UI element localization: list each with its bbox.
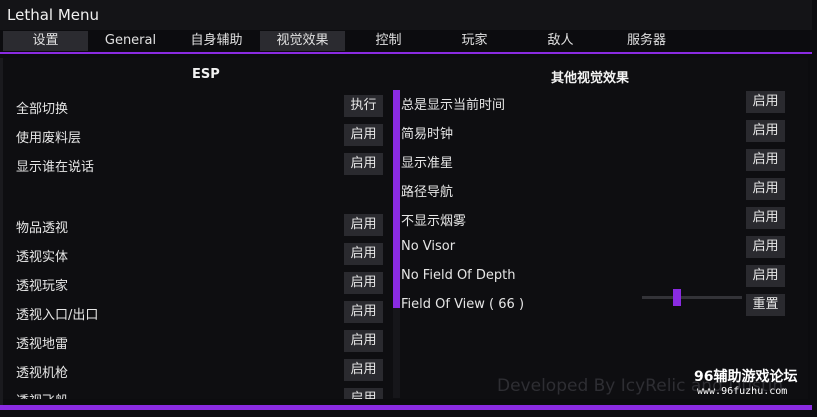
esp-row-label: 透视入口/出口 bbox=[16, 308, 99, 323]
no-depth-of-field-button[interactable]: 启用 bbox=[746, 265, 785, 287]
tab-control[interactable]: 控制 bbox=[346, 31, 431, 51]
path-nav-button[interactable]: 启用 bbox=[746, 178, 785, 200]
esp-row-label: 显示谁在说话 bbox=[16, 160, 95, 175]
landmine-esp-button[interactable]: 启用 bbox=[344, 330, 383, 352]
visual-row-label: No Visor bbox=[401, 239, 456, 254]
no-visor-button[interactable]: 启用 bbox=[746, 236, 785, 258]
fov-slider-thumb[interactable] bbox=[673, 289, 681, 306]
item-esp-button[interactable]: 启用 bbox=[344, 214, 383, 236]
tab-enemies[interactable]: 敌人 bbox=[518, 31, 603, 51]
esp-section-title: ESP bbox=[192, 67, 220, 82]
tab-general[interactable]: General bbox=[88, 31, 173, 51]
visual-row-label: 简易时钟 bbox=[401, 127, 454, 142]
visual-row-label: 不显示烟雾 bbox=[401, 214, 467, 229]
esp-row-label: 全部切换 bbox=[16, 102, 69, 117]
visual-row-label: 显示准星 bbox=[401, 156, 454, 171]
tab-settings[interactable]: 设置 bbox=[3, 31, 88, 51]
forum-url: www.96fuzhu.com bbox=[697, 386, 788, 397]
visual-row-label: No Field Of Depth bbox=[401, 268, 516, 283]
door-esp-button[interactable]: 启用 bbox=[344, 301, 383, 323]
entity-esp-button[interactable]: 启用 bbox=[344, 243, 383, 265]
esp-row-label: 透视飞船 bbox=[16, 390, 68, 399]
fov-slider-track[interactable] bbox=[642, 296, 742, 299]
show-speaker-button[interactable]: 启用 bbox=[344, 153, 383, 175]
tab-server[interactable]: 服务器 bbox=[604, 31, 689, 51]
esp-row-label: 使用废料层 bbox=[16, 131, 82, 146]
fov-label: Field Of View ( 66 ) bbox=[401, 297, 525, 312]
crosshair-button[interactable]: 启用 bbox=[746, 149, 785, 171]
turret-esp-button[interactable]: 启用 bbox=[344, 359, 383, 381]
clipped-row: 透视飞船 启用 bbox=[0, 388, 400, 399]
simple-clock-button[interactable]: 启用 bbox=[746, 120, 785, 142]
esp-row-label: 物品透视 bbox=[16, 221, 69, 236]
player-esp-button[interactable]: 启用 bbox=[344, 272, 383, 294]
window-title: Lethal Menu bbox=[7, 6, 100, 24]
tab-visuals[interactable]: 视觉效果 bbox=[260, 31, 345, 51]
no-fog-button[interactable]: 启用 bbox=[746, 207, 785, 229]
always-show-time-button[interactable]: 启用 bbox=[746, 91, 785, 113]
title-bar: Lethal Menu bbox=[0, 0, 812, 30]
visual-row-label: 总是显示当前时间 bbox=[401, 98, 506, 113]
esp-row-label: 透视实体 bbox=[16, 250, 69, 265]
visual-row-label: 路径导航 bbox=[401, 185, 454, 200]
esp-row-label: 透视机枪 bbox=[16, 366, 69, 381]
tab-players[interactable]: 玩家 bbox=[432, 31, 517, 51]
scrollbar-thumb[interactable] bbox=[393, 90, 400, 308]
toggle-all-button[interactable]: 执行 bbox=[344, 95, 383, 117]
esp-row-label: 透视地雷 bbox=[16, 337, 69, 352]
tab-bar: 设置 General 自身辅助 视觉效果 控制 玩家 敌人 服务器 bbox=[0, 30, 812, 52]
fov-reset-button[interactable]: 重置 bbox=[746, 294, 785, 316]
tab-divider bbox=[0, 52, 812, 54]
forum-brand: 96辅助游戏论坛 bbox=[694, 369, 798, 385]
bottom-border bbox=[0, 405, 812, 410]
scrap-layer-button[interactable]: 启用 bbox=[344, 124, 383, 146]
other-visuals-title: 其他视觉效果 bbox=[551, 71, 630, 86]
tab-self[interactable]: 自身辅助 bbox=[174, 31, 259, 51]
esp-row-label: 透视玩家 bbox=[16, 279, 69, 294]
ship-esp-button[interactable]: 启用 bbox=[344, 388, 383, 399]
